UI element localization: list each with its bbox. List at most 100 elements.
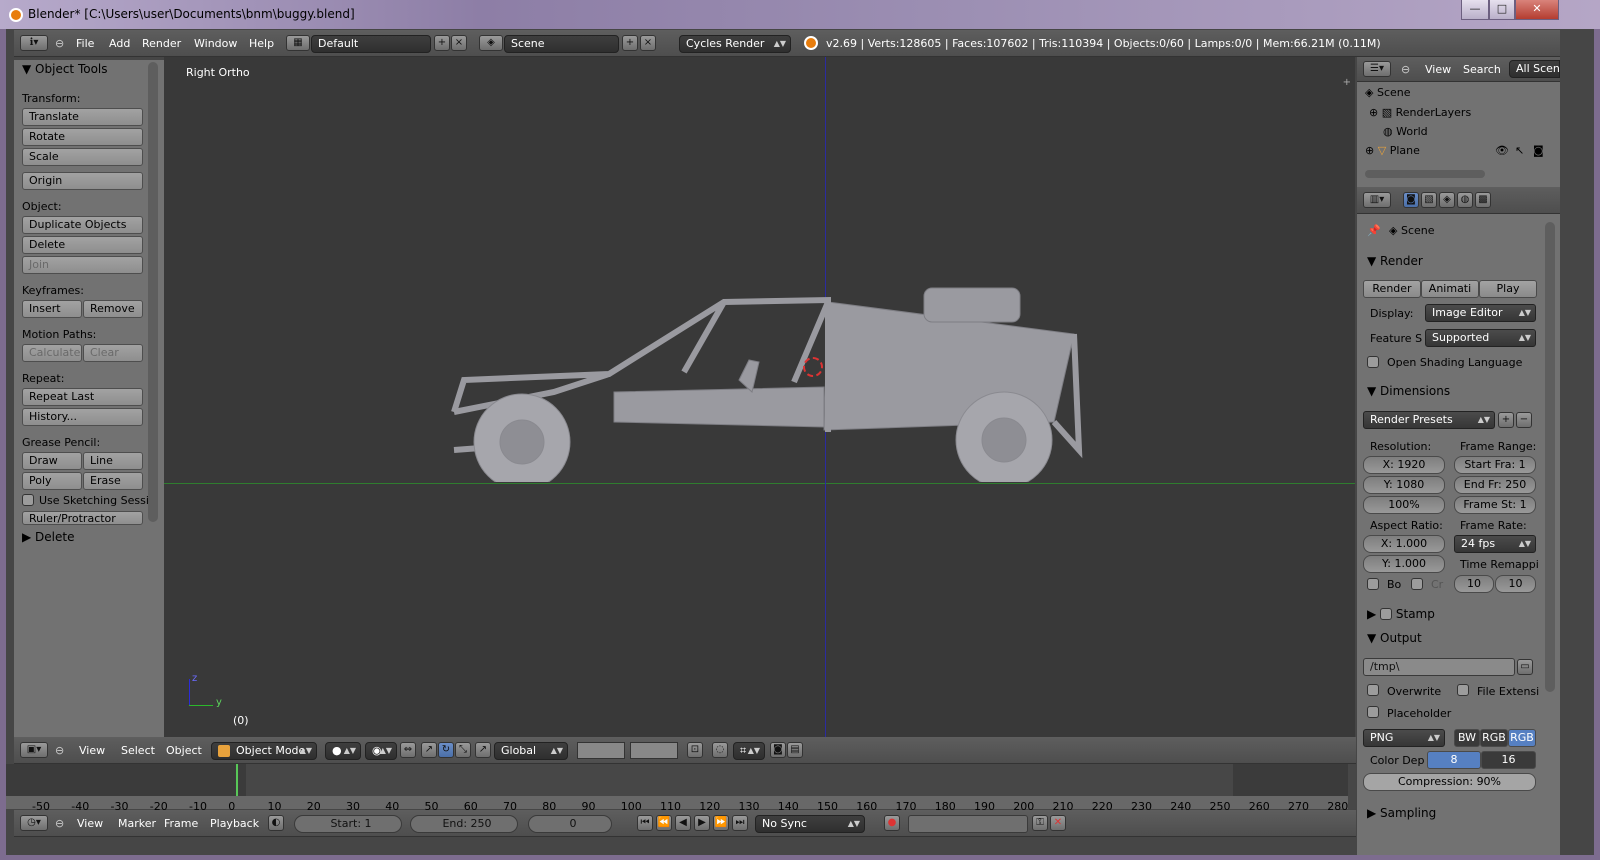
collapse-menu-icon[interactable]: ⊖ [55,737,64,765]
remove-layout-icon[interactable]: × [451,35,467,51]
resolution-x-field[interactable]: X: 1920 [1363,456,1445,474]
resolution-y-field[interactable]: Y: 1080 [1363,476,1445,494]
lock-layers-icon[interactable]: ⊡ [687,742,703,758]
translate-button[interactable]: Translate [22,108,143,126]
insert-keyframe-button[interactable]: Insert [22,300,82,318]
menu-view[interactable]: View [77,810,103,838]
crop-checkbox[interactable] [1411,578,1423,590]
outliner-item-plane[interactable]: ⊕ ▽ Plane [1365,144,1420,157]
outliner-item-scene[interactable]: ◈ Scene [1365,86,1411,99]
texture-tab-icon[interactable]: ▩ [1475,192,1491,208]
object-tools-header[interactable]: ▼ Object Tools [22,62,108,76]
manipulator-toggle-icon[interactable]: ⇔ [400,742,416,758]
scene-tab-icon[interactable]: ◈ [1439,192,1455,208]
compression-slider[interactable]: Compression: 90% [1363,773,1536,791]
close-button[interactable]: ✕ [1515,0,1559,20]
play-animation-button[interactable]: Play [1479,280,1537,298]
origin-button[interactable]: Origin [22,172,143,190]
timeline-editor[interactable]: -50 -40 -30 -20 -10 0 10 20 30 40 50 60 70 80 90 100 110… [6,764,1356,813]
remap-old-field[interactable]: 10 [1454,575,1494,593]
preview-range-icon[interactable]: ◐ [268,815,284,831]
color-rgb-button[interactable]: RGB [1480,729,1508,747]
ruler-protractor-button[interactable]: Ruler/Protractor [22,511,143,525]
scale-manipulator-icon[interactable]: ⤡ [455,742,471,758]
shading-select[interactable]: ● ▲▼ [325,742,361,760]
translate-manipulator-icon[interactable]: ↗ [421,742,437,758]
add-scene-icon[interactable]: + [622,35,638,51]
screen-layout-select[interactable]: Default [311,35,431,53]
buggy-model[interactable] [434,282,1094,482]
layers-grid-2[interactable] [630,742,678,759]
delete-panel-header[interactable]: ▶ Delete [22,530,74,544]
depth-16-button[interactable]: 16 [1481,751,1536,769]
menu-window[interactable]: Window [194,30,237,58]
menu-view[interactable]: View [79,737,105,765]
collapse-menu-icon[interactable]: ⊖ [1401,57,1410,82]
line-button[interactable]: Line [83,452,143,470]
sampling-panel-header[interactable]: ▶ Sampling [1357,802,1537,824]
join-button[interactable]: Join [22,256,143,274]
pivot-select[interactable]: ◉ ▲▼ [365,742,397,760]
delete-keyframe-icon[interactable]: ✕ [1050,815,1066,831]
remove-keyframe-button[interactable]: Remove [83,300,143,318]
rotate-button[interactable]: Rotate [22,128,143,146]
next-keyframe-icon[interactable]: ⏩ [713,815,729,831]
renderlayers-tab-icon[interactable]: ▧ [1421,192,1437,208]
mode-select[interactable]: Object Mode ▲▼ [211,742,317,760]
render-camera-icon[interactable]: ◙ [1533,144,1544,157]
color-bw-button[interactable]: BW [1454,729,1480,747]
scene-select[interactable]: Scene [504,35,619,53]
insert-keyframe-icon[interactable]: ⚿ [1032,815,1048,831]
menu-frame[interactable]: Frame [164,810,198,838]
current-frame-field[interactable]: 0 [528,815,612,833]
remove-scene-icon[interactable]: × [640,35,656,51]
remove-preset-icon[interactable]: − [1516,412,1532,428]
record-icon[interactable]: ● [884,815,900,831]
editor-type-info-icon[interactable]: ℹ▾ [20,35,48,51]
editor-type-properties-icon[interactable]: ▥▾ [1363,192,1391,208]
start-frame-field[interactable]: Start Fra: 1 [1454,456,1536,474]
maximize-button[interactable]: □ [1489,0,1515,20]
delete-button[interactable]: Delete [22,236,143,254]
editor-type-timeline-icon[interactable]: ◷▾ [20,815,48,831]
render-tab-icon[interactable]: ◙ [1403,192,1419,208]
add-layout-icon[interactable]: + [434,35,450,51]
play-reverse-icon[interactable]: ◀ [675,815,691,831]
orientation-select[interactable]: Global ▲▼ [494,742,568,760]
menu-view[interactable]: View [1425,57,1451,82]
placeholder-checkbox[interactable] [1367,706,1379,718]
jump-end-icon[interactable]: ⏭ [732,815,748,831]
3d-viewport[interactable]: Right Ortho z y (0) + [164,57,1355,737]
rotate-manipulator-icon[interactable]: ↻ [438,742,454,758]
history-button[interactable]: History... [22,408,143,426]
feature-set-select[interactable]: Supported ▲▼ [1425,329,1536,347]
output-path-field[interactable]: /tmp\ [1363,658,1515,676]
collapse-menu-icon[interactable]: ⊖ [55,810,64,838]
keying-set-field[interactable] [908,815,1028,833]
sketching-checkbox[interactable] [22,494,34,506]
collapse-menu-icon[interactable]: ⊖ [55,30,64,58]
current-frame-marker[interactable] [236,764,239,796]
outliner-item-renderlayers[interactable]: ⊕ ▧ RenderLayers [1369,106,1471,119]
start-frame-field[interactable]: Start: 1 [294,815,402,833]
file-format-select[interactable]: PNG ▲▼ [1363,729,1445,747]
play-icon[interactable]: ▶ [694,815,710,831]
resolution-percent-field[interactable]: 100% [1363,496,1445,514]
repeat-last-button[interactable]: Repeat Last [22,388,143,406]
stamp-panel-header[interactable]: ▶ Stamp [1357,603,1537,625]
scene-icon[interactable]: ◈ [479,35,503,51]
sync-select[interactable]: No Sync ▲▼ [755,815,865,833]
dimensions-panel-header[interactable]: ▼ Dimensions [1357,380,1537,402]
world-tab-icon[interactable]: ◍ [1457,192,1473,208]
render-engine-select[interactable]: Cycles Render ▲▼ [679,35,791,53]
menu-marker[interactable]: Marker [118,810,156,838]
render-animation-icon[interactable]: ▤ [787,742,803,758]
aspect-x-field[interactable]: X: 1.000 [1363,535,1445,553]
draw-button[interactable]: Draw [22,452,82,470]
color-rgba-button[interactable]: RGB [1508,729,1536,747]
end-frame-field[interactable]: End: 250 [410,815,518,833]
properties-scrollbar[interactable] [1545,222,1555,692]
outliner-item-world[interactable]: ◍ World [1383,125,1428,138]
osl-checkbox[interactable] [1367,356,1379,368]
duplicate-objects-button[interactable]: Duplicate Objects [22,216,143,234]
